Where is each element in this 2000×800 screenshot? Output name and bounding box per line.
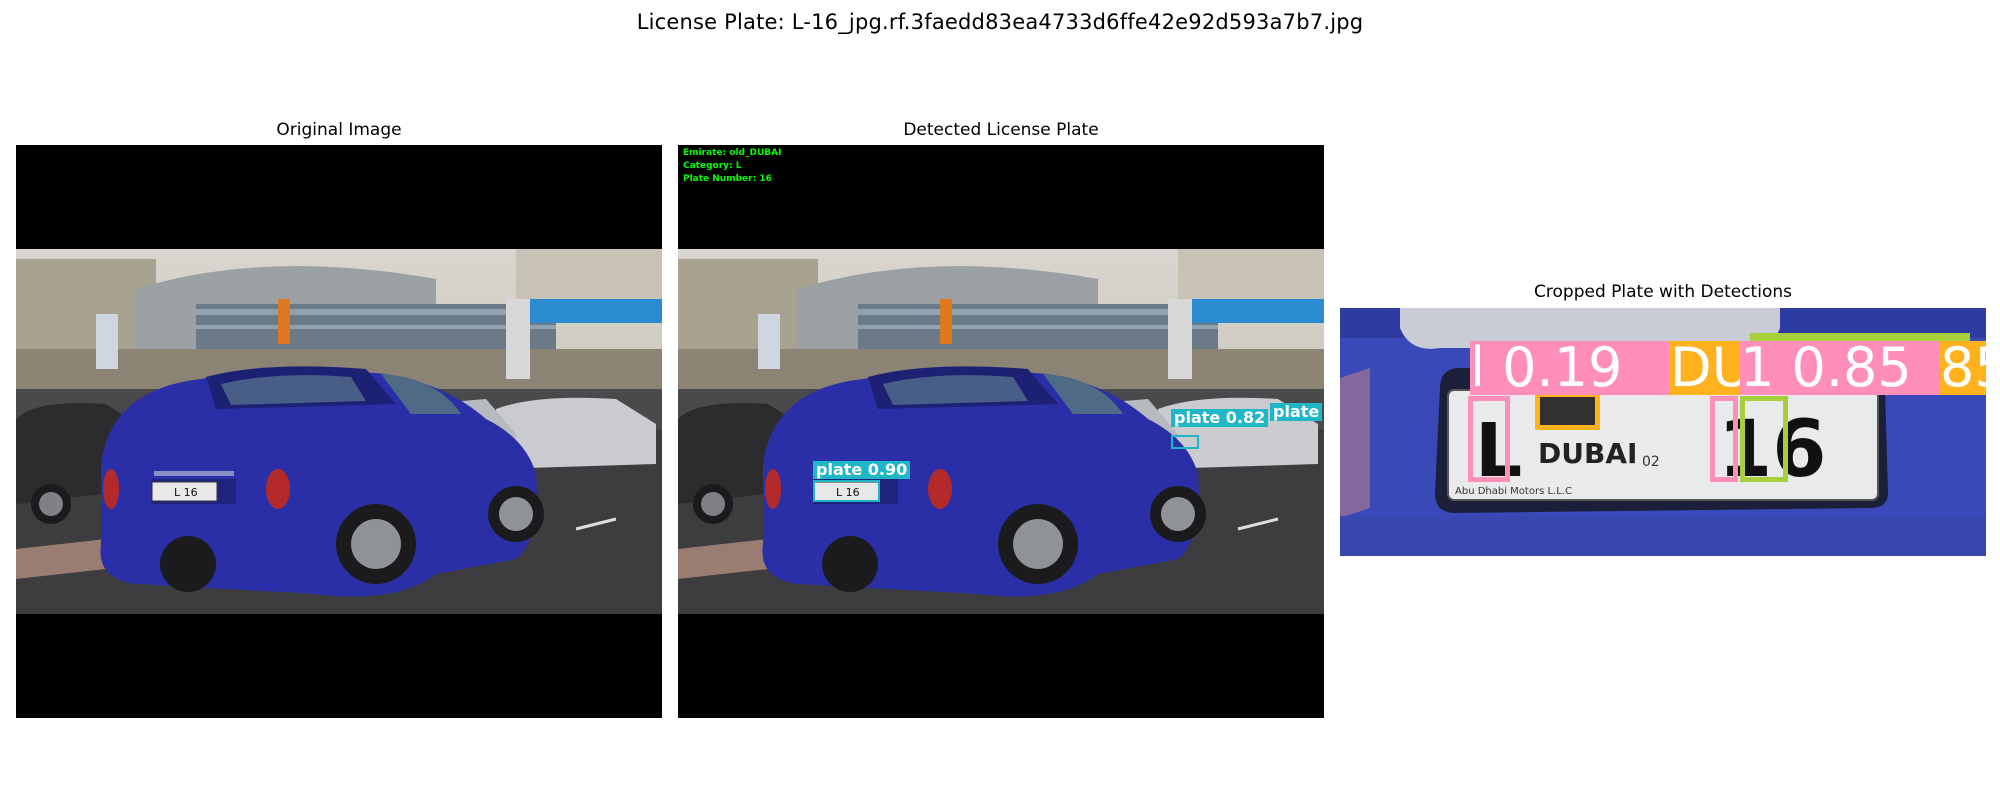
original-image-panel: L 16: [16, 145, 662, 718]
crop-label-du: DU: [1670, 341, 1740, 395]
original-image-title: Original Image: [276, 120, 402, 140]
svg-text:02: 02: [1642, 454, 1660, 470]
crop-label-85: 85: [1940, 341, 1986, 395]
cropped-plate-title: Cropped Plate with Detections: [1534, 282, 1792, 302]
char-box-1: [1710, 396, 1738, 482]
char-box-6: [1740, 396, 1788, 482]
svg-text:L 16: L 16: [174, 486, 198, 499]
plate-number-info: Plate Number: 16: [683, 174, 772, 184]
svg-text:Abu Dhabi Motors L.L.C: Abu Dhabi Motors L.L.C: [1455, 486, 1572, 497]
original-image-photo: L 16: [16, 145, 662, 718]
plate-info-overlay: Emirate: old_DUBAI Category: L Plate Num…: [683, 147, 781, 186]
char-box-emirate: [1535, 392, 1600, 430]
crop-label-1: 1 0.85: [1740, 341, 1940, 395]
cropped-plate-panel: L DUBAI 02 16 Abu Dhabi Motors L.L.C l 0…: [1340, 308, 1986, 556]
detection-label-edge: plate: [1270, 403, 1323, 421]
detected-plate-panel: L 16 Emirate: old_DUBAI Category: L Plat…: [678, 145, 1324, 718]
crop-label-l: l 0.19: [1470, 341, 1670, 395]
detection-box-secondary: [1171, 435, 1199, 449]
detection-box-main: [813, 480, 880, 502]
detection-label-main: plate 0.90: [813, 461, 911, 479]
svg-text:DUBAI: DUBAI: [1538, 437, 1637, 470]
category-info: Category: L: [683, 161, 742, 171]
char-box-l: [1468, 396, 1510, 482]
detected-plate-title: Detected License Plate: [903, 120, 1099, 140]
crop-label-green-strip: [1750, 333, 1970, 341]
emirate-info: Emirate: old_DUBAI: [683, 148, 782, 158]
detection-label-secondary: plate 0.82: [1171, 409, 1269, 427]
detected-image-photo: L 16: [678, 145, 1324, 718]
figure-title: License Plate: L-16_jpg.rf.3faedd83ea473…: [636, 10, 1364, 34]
